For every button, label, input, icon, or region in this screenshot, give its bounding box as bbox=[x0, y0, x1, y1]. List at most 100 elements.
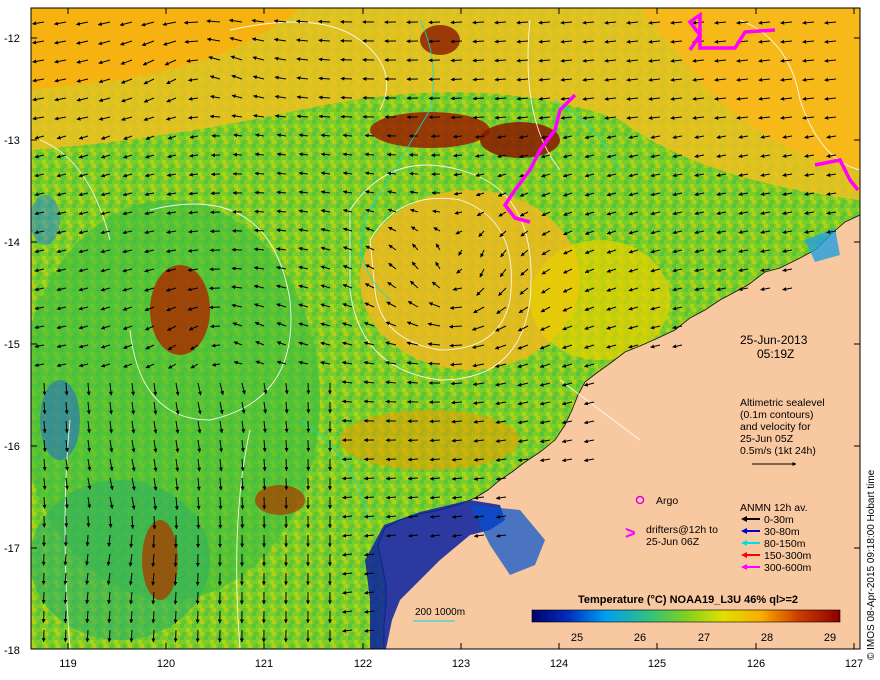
colorbar-tick: 27 bbox=[698, 632, 710, 644]
velocity-arrow bbox=[409, 171, 419, 176]
velocity-arrow bbox=[63, 610, 68, 624]
velocity-arrow bbox=[472, 58, 485, 63]
depth-legend-label: 200 1000m bbox=[415, 607, 465, 618]
lat-tick-label: -12 bbox=[4, 33, 20, 45]
lon-tick-label: 124 bbox=[550, 658, 568, 670]
velocity-arrow bbox=[195, 610, 200, 624]
velocity-arrow bbox=[429, 419, 441, 424]
velocity-arrow bbox=[428, 361, 441, 366]
lat-tick-label: -15 bbox=[4, 339, 20, 351]
velocity-arrow bbox=[209, 114, 221, 119]
lat-tick-label: -17 bbox=[4, 543, 20, 555]
colorbar-gradient bbox=[531, 609, 841, 623]
altimetry-line: (0.1m contours) bbox=[740, 409, 814, 421]
argo-label: Argo bbox=[656, 495, 678, 507]
anmn-title: ANMN 12h av. bbox=[740, 502, 808, 514]
anmn-label: 0-30m bbox=[764, 514, 794, 526]
velocity-arrow bbox=[232, 152, 243, 157]
velocity-arrow bbox=[151, 629, 156, 643]
colorbar-tick: 25 bbox=[571, 632, 583, 644]
velocity-arrow bbox=[129, 629, 134, 643]
lon-tick-label: 119 bbox=[59, 658, 77, 670]
velocity-arrow bbox=[218, 496, 223, 510]
velocity-arrow bbox=[472, 39, 485, 44]
colorbar-tick: 26 bbox=[634, 632, 646, 644]
velocity-arrow bbox=[41, 591, 46, 604]
velocity-arrow bbox=[407, 380, 419, 385]
velocity-arrow bbox=[363, 399, 375, 404]
velocity-arrow bbox=[85, 629, 90, 643]
altimetry-line: 0.5m/s (1kt 24h) bbox=[740, 445, 816, 457]
lon-tick-label: 123 bbox=[452, 658, 470, 670]
velocity-arrow bbox=[306, 401, 311, 414]
anmn-label: 300-600m bbox=[764, 562, 812, 574]
velocity-arrow bbox=[429, 438, 441, 443]
velocity-arrow bbox=[284, 458, 289, 472]
lon-tick-label: 121 bbox=[255, 658, 273, 670]
lon-tick-label: 127 bbox=[845, 658, 863, 670]
altimetry-line: Altimetric sealevel bbox=[740, 397, 825, 409]
velocity-arrow bbox=[450, 20, 463, 25]
velocity-arrow bbox=[318, 38, 331, 43]
velocity-arrow bbox=[209, 305, 221, 310]
lon-tick-label: 122 bbox=[354, 658, 372, 670]
lon-tick-labels: 119 120 121 122 123 124 125 126 127 bbox=[59, 658, 863, 670]
velocity-arrow bbox=[385, 457, 397, 462]
velocity-arrow bbox=[240, 496, 245, 510]
lat-tick-label: -18 bbox=[4, 645, 20, 657]
imos-credit: © IMOS 08-Apr-2015 09:18:00 Hobart time bbox=[866, 469, 877, 660]
velocity-arrow bbox=[363, 476, 375, 481]
velocity-arrow bbox=[385, 476, 397, 481]
velocity-arrow bbox=[472, 20, 485, 25]
colorbar-title: Temperature (°C) NOAA19_L3U 46% ql>=2 bbox=[578, 594, 798, 606]
velocity-arrow bbox=[174, 515, 179, 530]
lat-tick-label: -16 bbox=[4, 441, 20, 453]
lon-tick-label: 125 bbox=[648, 658, 666, 670]
velocity-arrow bbox=[254, 209, 265, 214]
sst-map: 119 120 121 122 123 124 125 126 127 -12 … bbox=[4, 7, 863, 670]
anmn-label: 80-150m bbox=[764, 538, 806, 550]
lon-tick-label: 126 bbox=[747, 658, 765, 670]
velocity-arrow bbox=[340, 114, 353, 119]
velocity-arrow bbox=[173, 629, 178, 643]
velocity-arrow bbox=[130, 515, 135, 529]
velocity-arrow bbox=[428, 39, 441, 44]
velocity-arrow bbox=[173, 610, 178, 624]
velocity-arrow bbox=[450, 115, 463, 120]
altimetry-line: 25-Jun 05Z bbox=[740, 433, 794, 445]
velocity-arrow bbox=[41, 610, 46, 624]
sst-field bbox=[31, 8, 860, 649]
map-time: 05:19Z bbox=[757, 347, 794, 361]
drifters-line: drifters@12h to bbox=[646, 524, 718, 536]
velocity-arrow bbox=[231, 266, 243, 271]
velocity-arrow bbox=[254, 171, 265, 176]
velocity-arrow bbox=[254, 190, 265, 195]
velocity-arrow bbox=[472, 77, 485, 82]
velocity-arrow bbox=[195, 591, 200, 605]
velocity-arrow bbox=[173, 572, 178, 586]
velocity-arrow bbox=[63, 629, 68, 643]
velocity-arrow bbox=[151, 534, 156, 549]
velocity-arrow bbox=[318, 19, 331, 24]
velocity-arrow bbox=[306, 382, 311, 395]
anmn-label: 150-300m bbox=[764, 550, 812, 562]
velocity-arrow bbox=[407, 457, 419, 462]
lat-tick-labels: -12 -13 -14 -15 -16 -17 -18 bbox=[4, 33, 20, 657]
velocity-arrow bbox=[85, 534, 90, 547]
lat-tick-label: -14 bbox=[4, 237, 20, 249]
velocity-arrow bbox=[364, 133, 375, 138]
colorbar-tick: 28 bbox=[761, 632, 773, 644]
velocity-arrow bbox=[42, 496, 47, 509]
map-date: 25-Jun-2013 bbox=[740, 333, 808, 347]
velocity-arrow bbox=[86, 515, 91, 528]
drifters-line: 25-Jun 06Z bbox=[646, 536, 700, 548]
velocity-arrow bbox=[341, 399, 353, 404]
velocity-arrow bbox=[340, 95, 353, 100]
velocity-arrow bbox=[41, 572, 46, 585]
velocity-arrow bbox=[262, 477, 267, 491]
colorbar-tick: 29 bbox=[824, 632, 836, 644]
drifter-chevron-icon: > bbox=[625, 523, 636, 543]
velocity-arrow bbox=[284, 439, 289, 452]
velocity-arrow bbox=[42, 382, 47, 396]
velocity-arrow bbox=[342, 476, 353, 481]
